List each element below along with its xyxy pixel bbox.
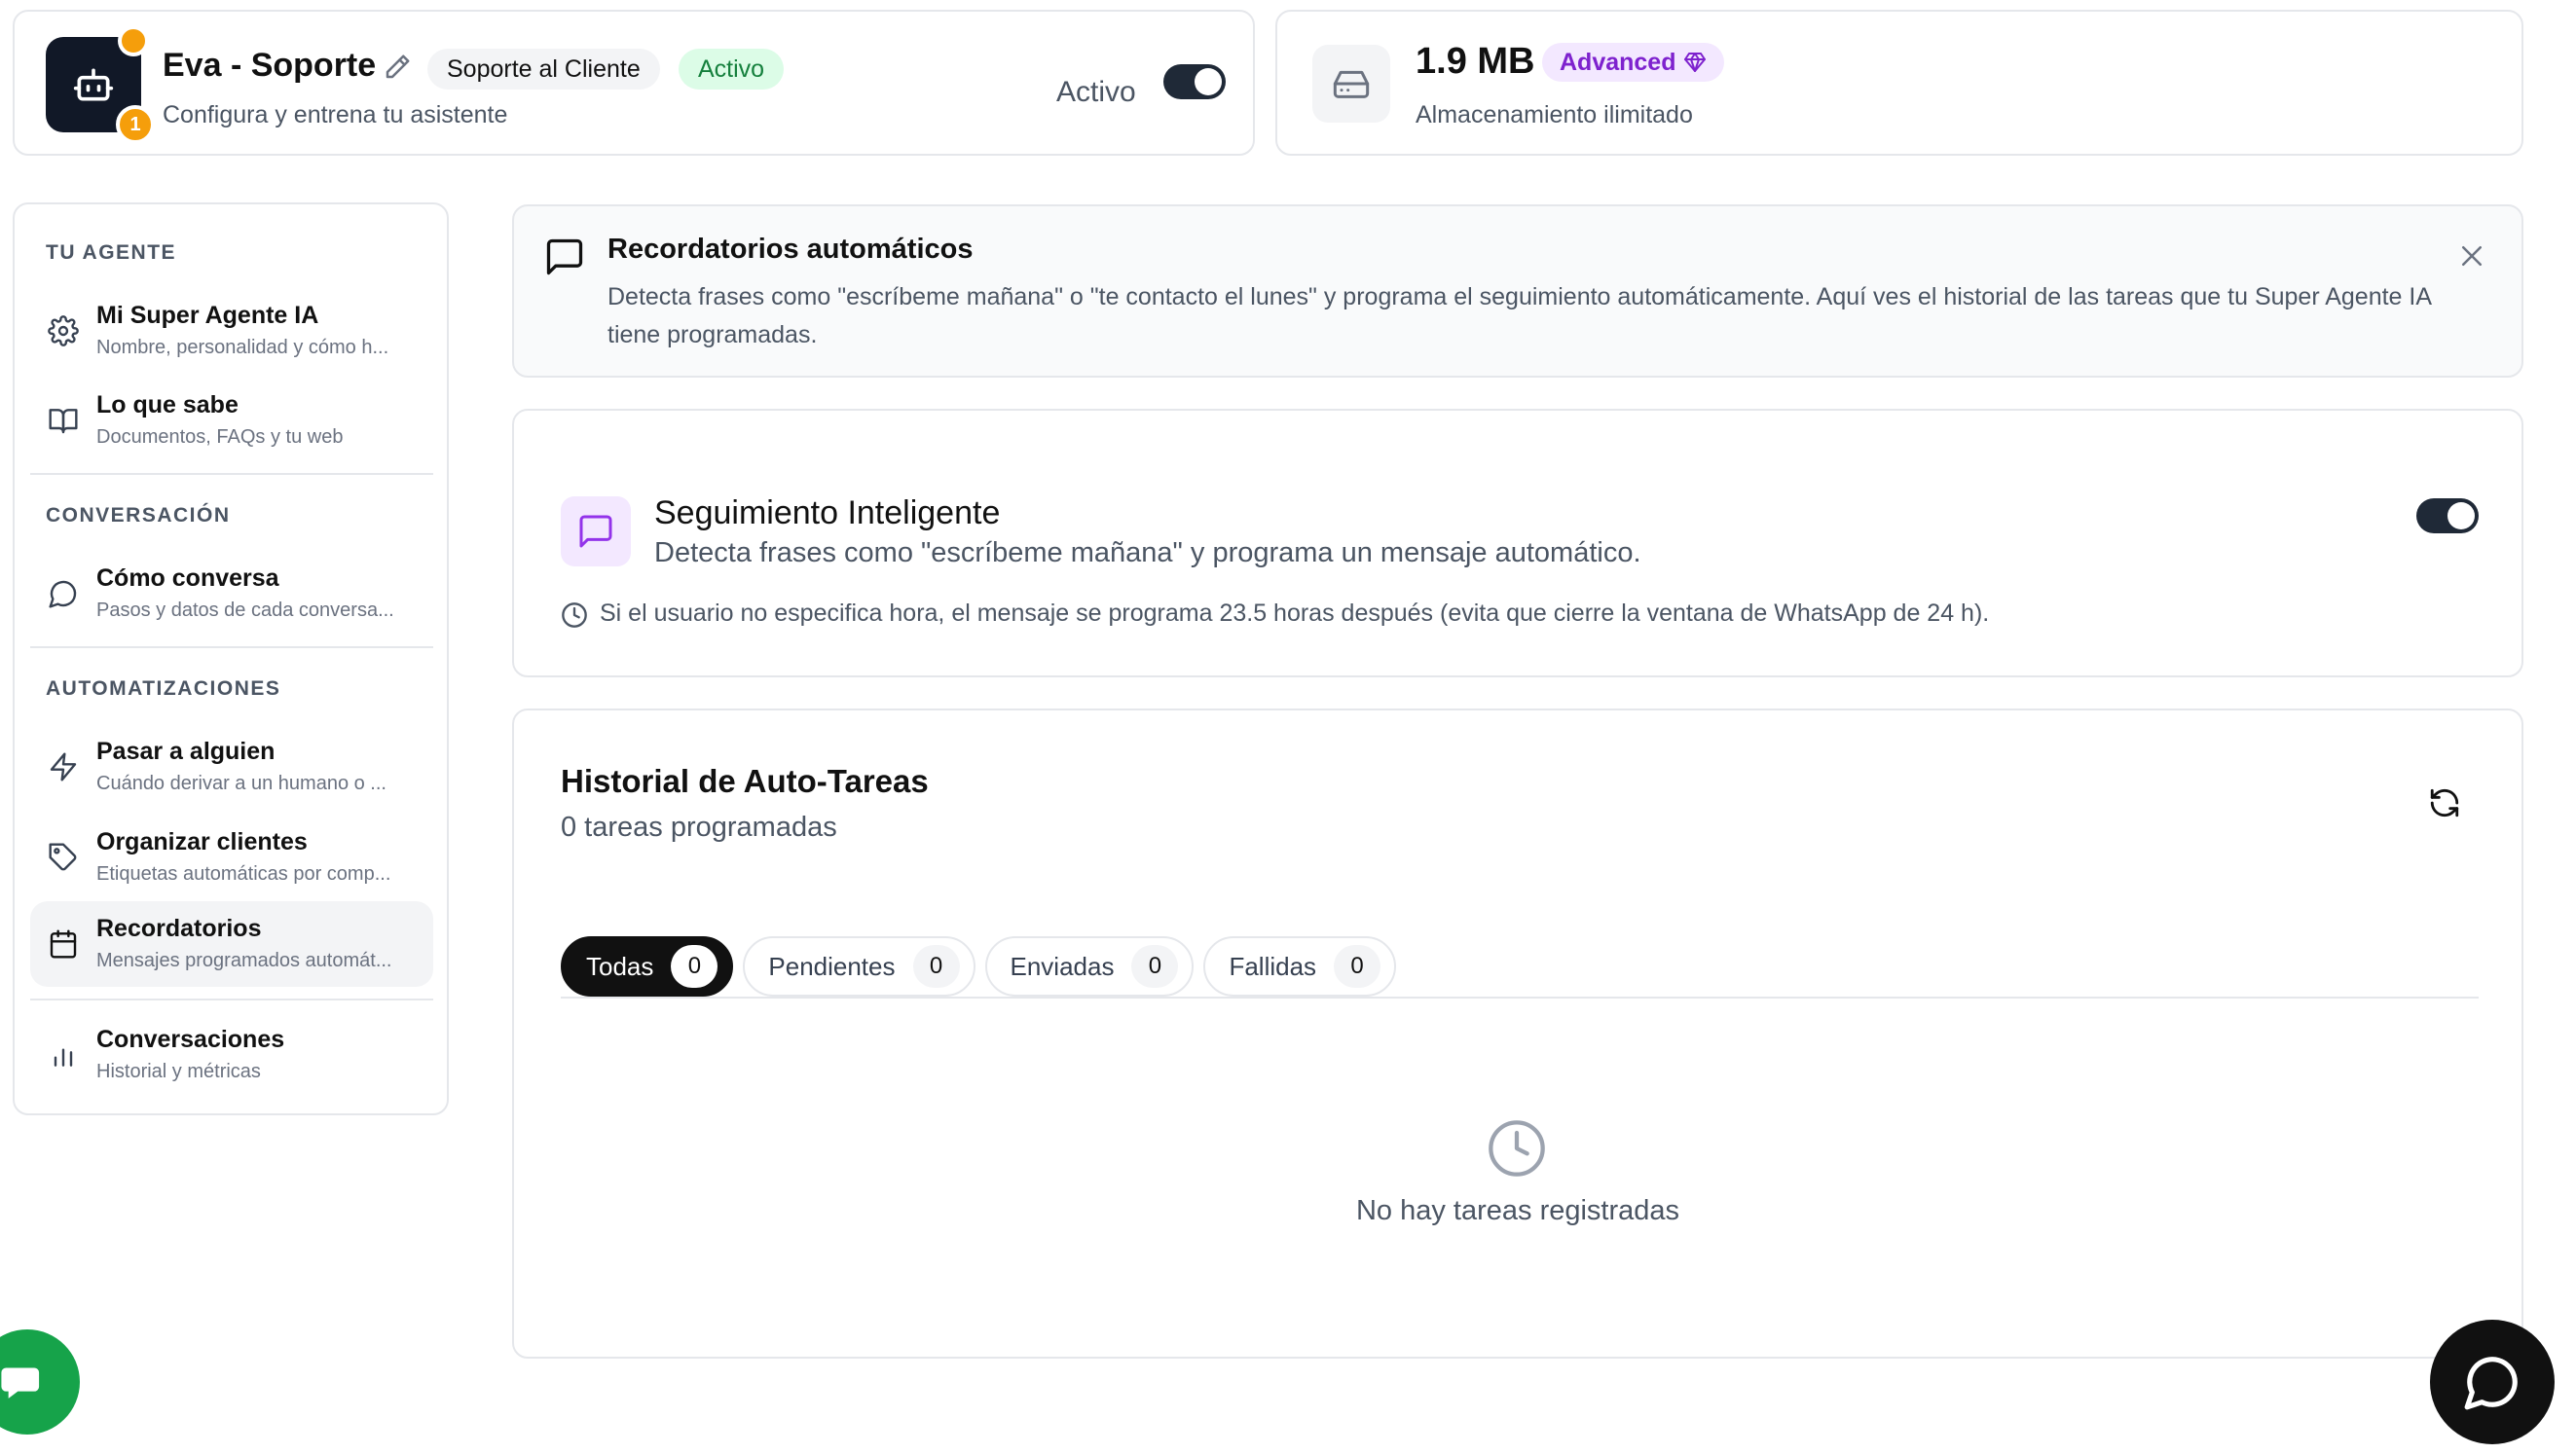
banner-text: Detecta frases como "escríbeme mañana" o…: [607, 283, 2431, 348]
storage-icon-box: [1312, 45, 1390, 123]
storage-card: 1.9 MB Advanced Almacenamiento ilimitado: [1275, 10, 2523, 156]
sidebar-item-desc: Mensajes programados automát...: [96, 950, 392, 971]
whatsapp-floating-button[interactable]: [0, 1329, 80, 1435]
calendar-icon: [50, 929, 77, 959]
section-title-agent: TU AGENTE: [46, 241, 177, 264]
tag-icon: [49, 843, 77, 871]
agent-subtitle: Configura y entrena tu asistente: [163, 101, 508, 128]
tab-label: Enviadas: [1010, 951, 1115, 981]
smart-followup-card: Seguimiento Inteligente Detecta frases c…: [512, 409, 2523, 677]
section-title-conversation: CONVERSACIÓN: [46, 504, 231, 527]
plan-badge: Advanced: [1542, 43, 1725, 82]
sidebar-item-label: Conversaciones: [96, 1026, 285, 1053]
status-badge: Activo: [679, 49, 785, 90]
sidebar-item-desc: Cuándo derivar a un humano o ...: [96, 773, 386, 794]
tab-label: Pendientes: [768, 951, 896, 981]
smart-followup-note: Si el usuario no especifica hora, el men…: [600, 600, 1990, 627]
robot-icon: [73, 68, 114, 101]
plan-badge-label: Advanced: [1560, 48, 1676, 76]
sidebar-item-desc: Documentos, FAQs y tu web: [96, 426, 344, 448]
chat-bubbles-icon: [1, 1367, 40, 1399]
sidebar-divider: [30, 473, 433, 475]
sidebar-item-reminders[interactable]: Recordatorios Mensajes programados autom…: [30, 901, 433, 987]
message-square-icon: [546, 238, 583, 275]
sidebar-item-knowledge[interactable]: Lo que sabe Documentos, FAQs y tu web: [30, 378, 433, 463]
book-icon: [49, 409, 78, 434]
history-subtitle: 0 tareas programadas: [561, 812, 837, 843]
tab-count: 0: [1334, 945, 1381, 988]
smart-followup-toggle[interactable]: [2416, 498, 2479, 533]
sidebar-item-organize-clients[interactable]: Organizar clientes Etiquetas automáticas…: [30, 815, 433, 900]
agent-status-label: Activo: [1056, 76, 1136, 108]
online-status-dot: [118, 25, 149, 56]
sidebar-item-desc: Etiquetas automáticas por comp...: [96, 863, 391, 885]
diamond-icon: [1684, 53, 1707, 72]
tabs-divider: [561, 997, 2479, 999]
agent-active-toggle[interactable]: [1163, 64, 1226, 99]
smart-followup-description: Detecta frases como "escríbeme mañana" y…: [654, 537, 1641, 568]
history-title: Historial de Auto-Tareas: [561, 763, 929, 799]
sidebar-item-conversations[interactable]: Conversaciones Historial y métricas: [30, 1012, 433, 1098]
hard-drive-icon: [1333, 70, 1370, 98]
refresh-icon[interactable]: [2428, 786, 2461, 819]
storage-description: Almacenamiento ilimitado: [1416, 101, 1693, 128]
role-badge: Soporte al Cliente: [427, 49, 660, 90]
tab-label: Todas: [586, 951, 654, 981]
sidebar-item-label: Mi Super Agente IA: [96, 302, 319, 329]
tab-label: Fallidas: [1229, 951, 1317, 981]
reminders-info-banner: Recordatorios automáticos Detecta frases…: [512, 204, 2523, 378]
tab-pending[interactable]: Pendientes 0: [743, 936, 975, 997]
lightning-icon: [50, 752, 77, 782]
tab-sent[interactable]: Enviadas 0: [984, 936, 1195, 997]
gear-icon: [48, 315, 79, 346]
chat-bubble-icon: [2464, 1357, 2518, 1410]
sidebar-item-desc: Historial y métricas: [96, 1061, 261, 1082]
empty-state-text: No hay tareas registradas: [1355, 1195, 1680, 1226]
tab-count: 0: [912, 945, 960, 988]
close-icon[interactable]: [2457, 241, 2486, 271]
auto-tasks-history-card: Historial de Auto-Tareas 0 tareas progra…: [512, 709, 2523, 1359]
sidebar-item-label: Lo que sabe: [96, 391, 239, 418]
pencil-icon[interactable]: [383, 53, 412, 82]
section-title-automations: AUTOMATIZACIONES: [46, 677, 281, 700]
history-filter-tabs: Todas 0 Pendientes 0 Enviadas 0 Fallidas…: [561, 936, 1397, 997]
smart-followup-icon-box: [561, 496, 631, 566]
message-square-icon: [579, 515, 612, 548]
agent-name: Eva - Soporte: [163, 47, 377, 84]
tab-failed[interactable]: Fallidas 0: [1203, 936, 1397, 997]
bar-chart-icon: [54, 1048, 73, 1067]
sidebar-divider: [30, 646, 433, 648]
sidebar: TU AGENTE Mi Super Agente IA Nombre, per…: [13, 202, 449, 1115]
clock-icon: [562, 602, 587, 628]
sidebar-item-desc: Nombre, personalidad y cómo h...: [96, 337, 389, 358]
smart-followup-title: Seguimiento Inteligente: [654, 494, 1001, 531]
tab-count: 0: [671, 945, 718, 988]
agent-header-card: 1 Eva - Soporte Soporte al Cliente Activ…: [13, 10, 1255, 156]
chat-floating-button[interactable]: [2430, 1320, 2555, 1444]
tab-all[interactable]: Todas 0: [561, 936, 734, 997]
sidebar-item-how-it-talks[interactable]: Cómo conversa Pasos y datos de cada conv…: [30, 551, 433, 636]
tab-count: 0: [1131, 945, 1179, 988]
sidebar-item-desc: Pasos y datos de cada conversa...: [96, 600, 394, 621]
sidebar-item-label: Organizar clientes: [96, 828, 308, 855]
sidebar-item-super-agent[interactable]: Mi Super Agente IA Nombre, personalidad …: [30, 288, 433, 374]
sidebar-item-label: Pasar a alguien: [96, 738, 276, 765]
storage-size: 1.9 MB: [1416, 41, 1535, 82]
sidebar-divider: [30, 999, 433, 1000]
banner-title: Recordatorios automáticos: [607, 234, 974, 265]
sidebar-item-label: Cómo conversa: [96, 564, 279, 592]
sidebar-item-label: Recordatorios: [96, 915, 262, 942]
sidebar-item-handoff[interactable]: Pasar a alguien Cuándo derivar a un huma…: [30, 724, 433, 810]
chat-bubble-icon: [49, 580, 77, 608]
notification-badge[interactable]: 1: [116, 105, 155, 144]
clock-icon: [1489, 1120, 1545, 1177]
